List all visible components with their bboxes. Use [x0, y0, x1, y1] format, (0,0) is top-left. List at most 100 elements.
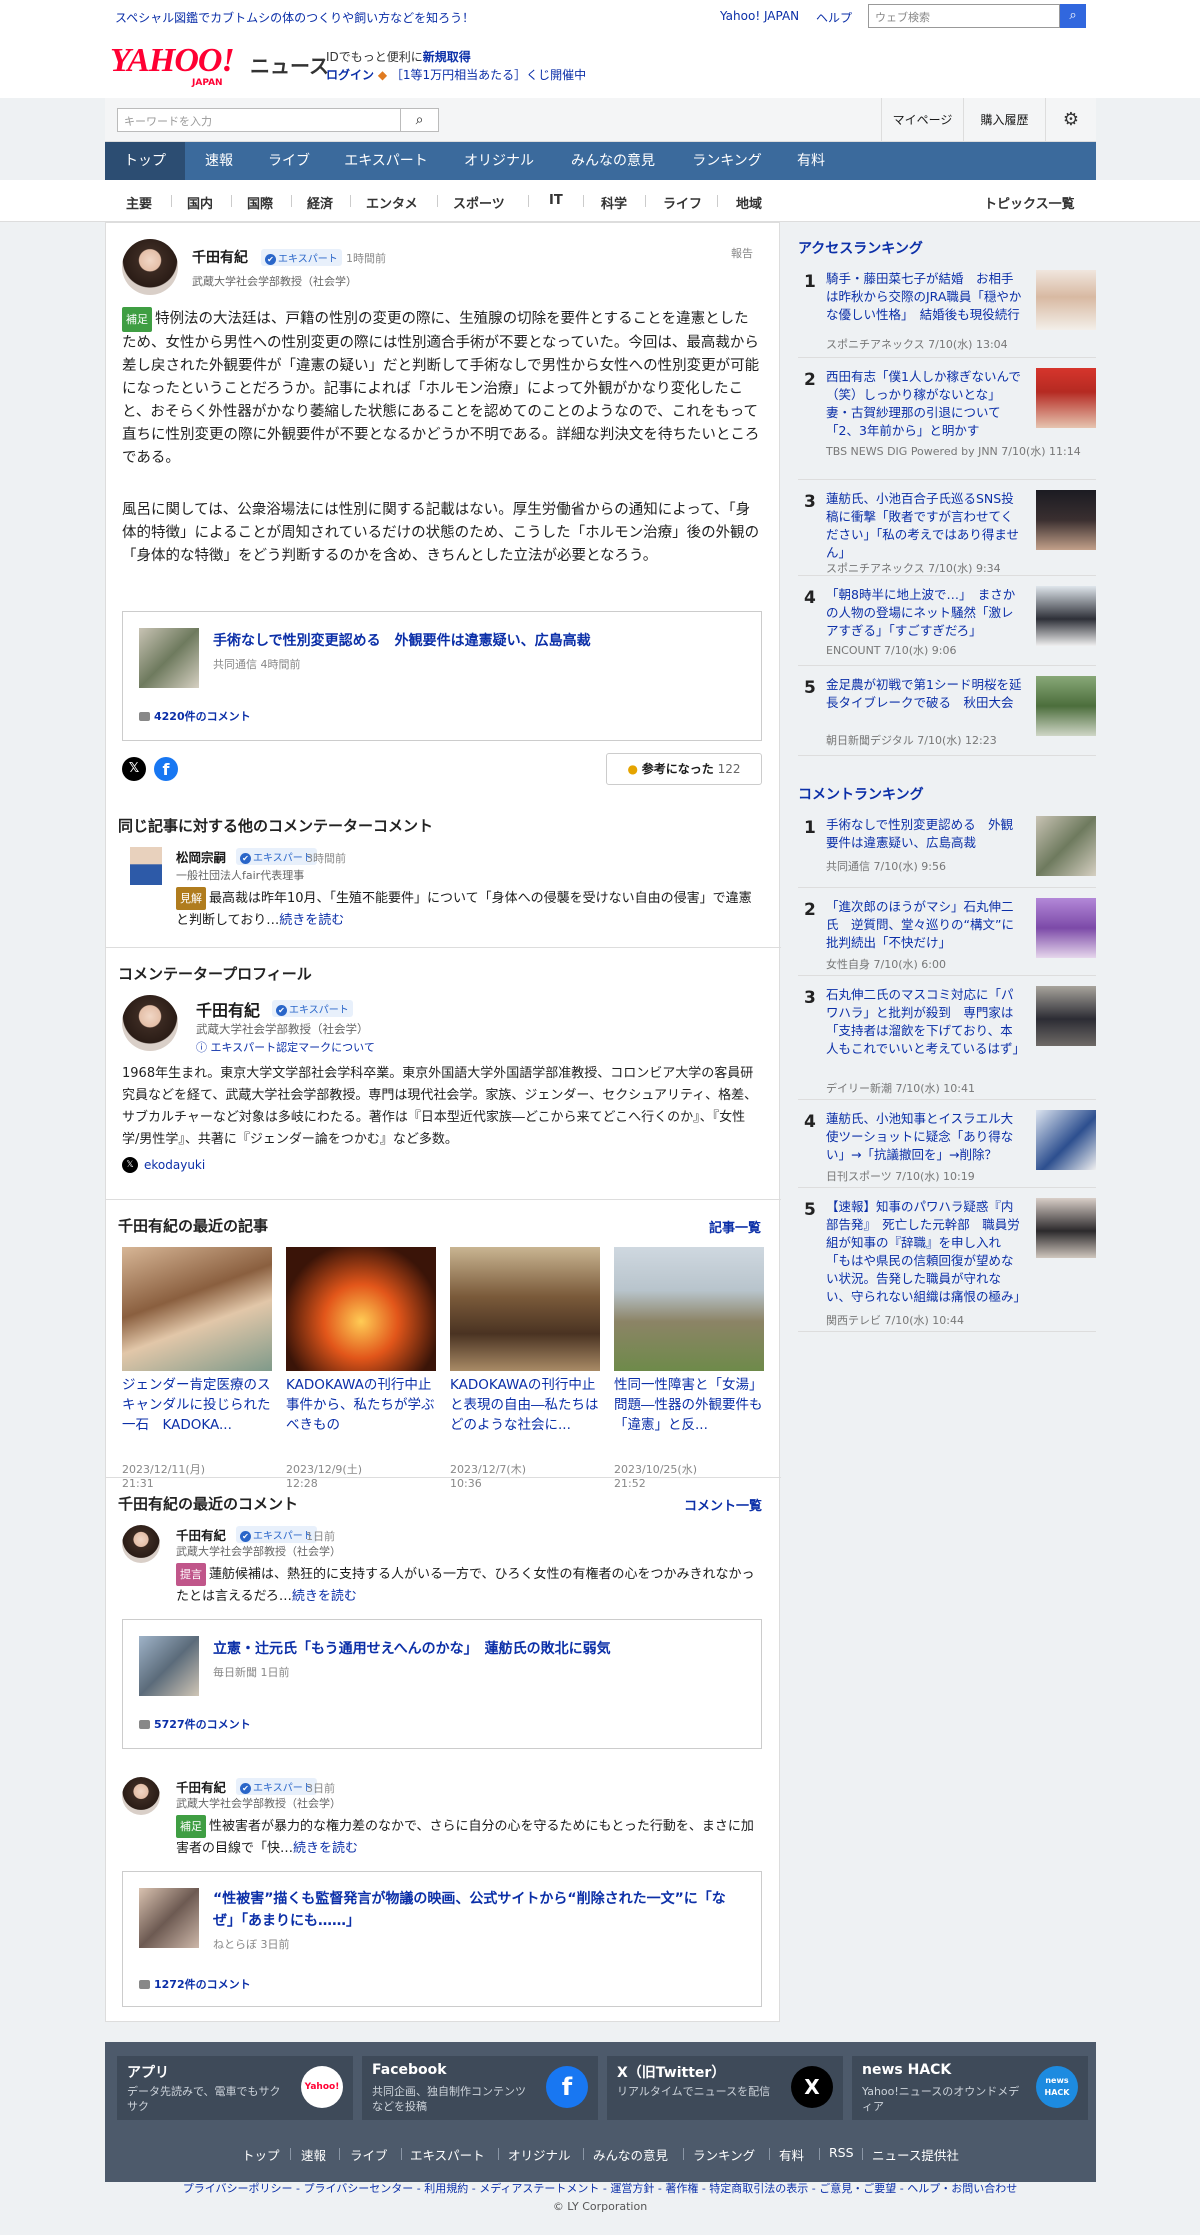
footer-link-ranking[interactable]: ランキング: [693, 2145, 755, 2164]
ranking-title[interactable]: 騎手・藤田菜七子が結婚 お相手は昨秋から交際のJRA職員「穏やかな優しい性格」 …: [826, 270, 1022, 324]
article-comment-count[interactable]: 5727件のコメント: [139, 1716, 251, 1732]
gnav-top[interactable]: トップ: [105, 142, 185, 180]
article-title[interactable]: KADOKAWAの刊行中止と表現の自由―私たちはどのような社会に...: [450, 1375, 600, 1435]
x-share-icon[interactable]: 𝕏: [122, 757, 146, 781]
subnav-sports[interactable]: スポーツ: [453, 193, 505, 212]
subnav-region[interactable]: 地域: [736, 193, 762, 212]
read-more-link[interactable]: 続きを読む: [292, 1589, 357, 1604]
ranking-title[interactable]: 金足農が初戦で第1シード明桜を延長タイブレークで破る 秋田大会: [826, 676, 1022, 712]
expert-mark-link[interactable]: ⓘ エキスパート認定マークについて: [196, 1039, 375, 1055]
footer-link-expert[interactable]: エキスパート: [410, 2145, 485, 2164]
avatar[interactable]: [122, 1525, 160, 1563]
ranking-title[interactable]: 蓮舫氏、小池百合子氏巡るSNS投稿に衝撃「敗者ですが言わせてください」「私の考え…: [826, 490, 1022, 562]
subnav-science[interactable]: 科学: [601, 193, 627, 212]
articles-list-link[interactable]: 記事一覧: [709, 1217, 761, 1236]
other-author[interactable]: 松岡宗嗣: [176, 847, 226, 866]
subnav-entertainment[interactable]: エンタメ: [366, 193, 418, 212]
report-link[interactable]: 報告: [731, 245, 753, 261]
ranking-item[interactable]: 3 石丸伸二氏のマスコミ対応に「パワハラ」と批判が殺到 専門家は「支持者は溜飲を…: [798, 986, 1096, 1100]
keyword-search-button[interactable]: ⌕: [401, 108, 439, 132]
yahoo-japan-link[interactable]: Yahoo! JAPAN: [720, 9, 799, 23]
ranking-title[interactable]: 手術なしで性別変更認める 外観要件は違憲疑い、広島高裁: [826, 816, 1022, 852]
lottery-link[interactable]: ［1等1万円相当あたる］くじ開催中: [391, 68, 586, 82]
facebook-share-icon[interactable]: f: [154, 757, 178, 781]
app-box[interactable]: アプリ データ先読みで、電車でもサクサク Yahoo!: [117, 2056, 353, 2120]
avatar[interactable]: [122, 239, 178, 295]
article-card[interactable]: 立憲・辻元氏「もう通用せえへんのかな」 蓮舫氏の敗北に弱気 毎日新聞 1日前 5…: [122, 1619, 762, 1749]
gnav-paid[interactable]: 有料: [779, 142, 843, 180]
footer-link-original[interactable]: オリジナル: [508, 2145, 571, 2164]
gnav-opinion[interactable]: みんなの意見: [551, 142, 675, 180]
ranking-title[interactable]: 【速報】知事のパワハラ疑惑『内部告発』 死亡した元幹部 職員労組が知事の『辞職』…: [826, 1198, 1026, 1306]
footer-link-live[interactable]: ライブ: [350, 2145, 388, 2164]
subnav-life[interactable]: ライフ: [663, 193, 702, 212]
comment-author[interactable]: 千田有紀: [192, 247, 248, 267]
x-handle-link[interactable]: ekodayuki: [144, 1158, 205, 1172]
ranking-title[interactable]: 西田有志「僕1人しか稼ぎないんで（笑）しっかり稼がないとな」妻・古賀紗理那の引退…: [826, 368, 1022, 440]
ranking-item[interactable]: 3 蓮舫氏、小池百合子氏巡るSNS投稿に衝撃「敗者ですが言わせてください」「私の…: [798, 490, 1096, 576]
article-card[interactable]: “性被害”描くも監督発言が物議の映画、公式サイトから“削除された一文”に「なぜ」…: [122, 1871, 762, 2007]
purchase-history-link[interactable]: 購入履歴: [963, 98, 1045, 142]
keyword-input[interactable]: キーワードを入力: [117, 108, 401, 132]
news-title[interactable]: ニュース: [250, 50, 329, 79]
article-card[interactable]: 手術なしで性別変更認める 外観要件は違憲疑い、広島高裁 共同通信 4時間前 42…: [122, 611, 762, 741]
ranking-item[interactable]: 1 手術なしで性別変更認める 外観要件は違憲疑い、広島高裁 共同通信 7/10(…: [798, 816, 1096, 888]
x-box[interactable]: X（旧Twitter） リアルタイムでニュースを配信 X: [607, 2056, 843, 2120]
article-title[interactable]: 手術なしで性別変更認める 外観要件は違憲疑い、広島高裁: [213, 630, 743, 652]
ranking-title[interactable]: 石丸伸二氏のマスコミ対応に「パワハラ」と批判が殺到 専門家は「支持者は溜飲を下げ…: [826, 986, 1025, 1058]
article-title[interactable]: “性被害”描くも監督発言が物議の映画、公式サイトから“削除された一文”に「なぜ」…: [213, 1888, 743, 1932]
footer-link-opinion[interactable]: みんなの意見: [593, 2145, 668, 2164]
subnav-economy[interactable]: 経済: [307, 193, 333, 212]
footer-link-rss[interactable]: RSS: [829, 2145, 854, 2160]
article-title[interactable]: 性同一性障害と「女湯」問題―性器の外観要件も「違憲」と反...: [614, 1375, 764, 1435]
article-comment-count[interactable]: 1272件のコメント: [139, 1976, 251, 1992]
gnav-original[interactable]: オリジナル: [447, 142, 551, 180]
promo-link[interactable]: スペシャル図鑑でカブトムシの体のつくりや飼い方などを知ろう！: [115, 9, 474, 26]
ranking-item[interactable]: 5 【速報】知事のパワハラ疑惑『内部告発』 死亡した元幹部 職員労組が知事の『辞…: [798, 1198, 1096, 1332]
comments-list-link[interactable]: コメント一覧: [684, 1495, 762, 1514]
web-search-input[interactable]: ウェブ検索: [868, 4, 1060, 28]
ranking-item[interactable]: 2 「進次郎のほうがマシ」石丸伸二氏 逆質問、堂々巡りの“構文”に批判続出「不快…: [798, 898, 1096, 976]
article-title[interactable]: ジェンダー肯定医療のスキャンダルに投じられた一石 KADOKA...: [122, 1375, 272, 1435]
mypage-link[interactable]: マイページ: [881, 98, 963, 142]
footer-link-breaking[interactable]: 速報: [301, 2145, 326, 2164]
web-search-button[interactable]: ⌕: [1060, 4, 1086, 28]
subnav-international[interactable]: 国際: [247, 193, 273, 212]
ranking-item[interactable]: 4 蓮舫氏、小池知事とイスラエル大使ツーショットに疑念「あり得ない」→「抗議撤回…: [798, 1110, 1096, 1188]
ranking-title[interactable]: 「進次郎のほうがマシ」石丸伸二氏 逆質問、堂々巡りの“構文”に批判続出「不快だけ…: [826, 898, 1022, 952]
gnav-live[interactable]: ライブ: [253, 142, 325, 180]
gear-icon[interactable]: ⚙: [1045, 98, 1096, 142]
gnav-ranking[interactable]: ランキング: [675, 142, 779, 180]
helpful-button[interactable]: ● 参考になった 122: [606, 753, 762, 785]
footer-link-providers[interactable]: ニュース提供社: [872, 2145, 959, 2164]
subnav-domestic[interactable]: 国内: [187, 193, 213, 212]
ranking-title[interactable]: 蓮舫氏、小池知事とイスラエル大使ツーショットに疑念「あり得ない」→「抗議撤回を」…: [826, 1110, 1022, 1164]
avatar[interactable]: [122, 1777, 160, 1815]
ranking-item[interactable]: 4 「朝8時半に地上波で…」 まさかの人物の登場にネット騒然「激レアすぎる」「す…: [798, 586, 1096, 666]
avatar[interactable]: [122, 995, 178, 1051]
ranking-item[interactable]: 1 騎手・藤田菜七子が結婚 お相手は昨秋から交際のJRA職員「穏やかな優しい性格…: [798, 270, 1096, 358]
read-more-link[interactable]: 続きを読む: [279, 913, 344, 928]
read-more-link[interactable]: 続きを読む: [293, 1841, 358, 1856]
gnav-breaking[interactable]: 速報: [185, 142, 253, 180]
comment-author[interactable]: 千田有紀: [176, 1777, 226, 1796]
article-title[interactable]: 立憲・辻元氏「もう通用せえへんのかな」 蓮舫氏の敗北に弱気: [213, 1638, 743, 1660]
signup-link[interactable]: 新規取得: [423, 50, 471, 64]
legal-links[interactable]: プライバシーポリシー - プライバシーセンター - 利用規約 - メディアステー…: [0, 2180, 1200, 2196]
footer-link-paid[interactable]: 有料: [779, 2145, 804, 2164]
ranking-item[interactable]: 5 金足農が初戦で第1シード明桜を延長タイブレークで破る 秋田大会 朝日新聞デジ…: [798, 676, 1096, 756]
ranking-item[interactable]: 2 西田有志「僕1人しか稼ぎないんで（笑）しっかり稼がないとな」妻・古賀紗理那の…: [798, 368, 1096, 480]
yahoo-logo[interactable]: YAHOO!: [110, 44, 235, 78]
article-title[interactable]: KADOKAWAの刊行中止事件から、私たちが学ぶべきもの: [286, 1375, 436, 1435]
login-link[interactable]: ログイン: [326, 68, 374, 82]
help-link[interactable]: ヘルプ: [816, 9, 852, 26]
topics-all-link[interactable]: トピックス一覧: [984, 193, 1075, 212]
article-comment-count[interactable]: 4220件のコメント: [139, 708, 251, 724]
ranking-title[interactable]: 「朝8時半に地上波で…」 まさかの人物の登場にネット騒然「激レアすぎる」「すごす…: [826, 586, 1022, 640]
comment-author[interactable]: 千田有紀: [176, 1525, 226, 1544]
subnav-main[interactable]: 主要: [126, 193, 152, 212]
facebook-box[interactable]: Facebook 共同企画、独自制作コンテンツなどを投稿 f: [362, 2056, 598, 2120]
avatar[interactable]: [130, 847, 162, 885]
footer-link-top[interactable]: トップ: [242, 2145, 280, 2164]
news-hack-box[interactable]: news HACK Yahoo!ニュースのオウンドメディア news HACK: [852, 2056, 1088, 2120]
